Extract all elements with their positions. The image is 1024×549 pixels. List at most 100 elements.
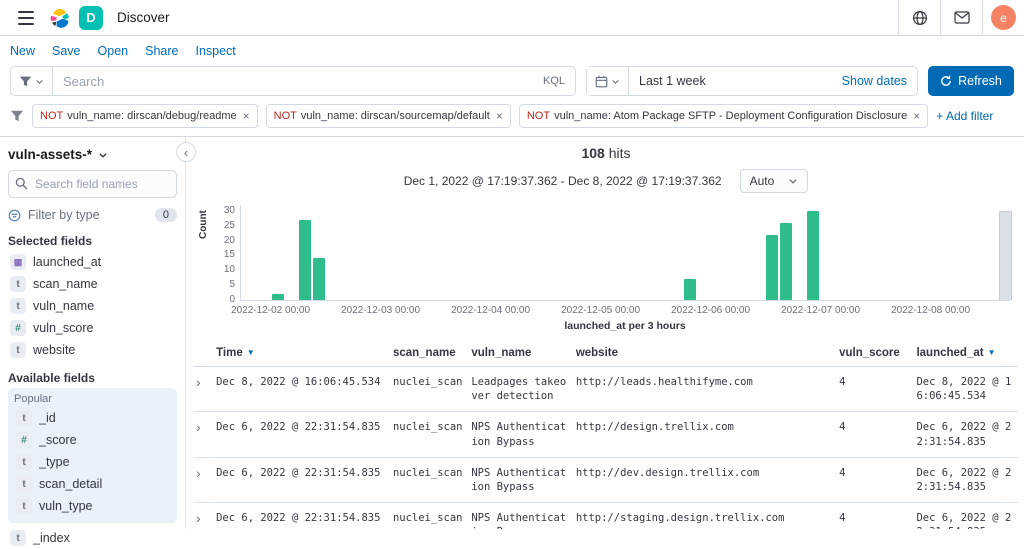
x-tick-label: 2022-12-07 00:00 (781, 305, 861, 316)
sidebar: ‹ vuln-assets-* Filter by type 0 Selecte… (0, 137, 196, 546)
y-tick-label: 10 (223, 264, 235, 276)
cell-launched_at: Dec 6, 2022 @ 22:31:54.835 (916, 457, 1018, 504)
string-field-icon: t (16, 498, 32, 514)
filter-pill-text: vuln_name: dirscan/sourcemap/default (300, 110, 490, 122)
expand-row-icon[interactable]: › (196, 510, 201, 526)
remove-filter-icon[interactable]: × (243, 109, 250, 123)
avatar[interactable]: e (991, 5, 1016, 30)
field-name: website (33, 343, 76, 357)
top-header: D Discover e (0, 0, 1024, 36)
cell-launched_at: Dec 8, 2022 @ 16:06:45.534 (916, 366, 1018, 413)
help-button[interactable] (898, 0, 940, 35)
newsfeed-button[interactable] (940, 0, 982, 35)
filter-count-badge: 0 (154, 208, 177, 222)
nav-item-inspect[interactable]: Inspect (195, 44, 235, 58)
histogram-bar[interactable] (807, 210, 820, 300)
field-item-launched_at[interactable]: ▦ launched_at (8, 251, 177, 273)
cell-vuln_score: 4 (839, 502, 917, 529)
time-range-label: Dec 1, 2022 @ 17:19:37.362 - Dec 8, 2022… (403, 174, 722, 188)
histogram-bar[interactable] (683, 279, 696, 300)
elastic-logo (48, 6, 71, 29)
menu-button[interactable] (8, 5, 44, 31)
other-fields-list: t _index (8, 527, 177, 549)
col-header-launched_at[interactable]: launched_at ▼ (916, 342, 1018, 367)
string-field-icon: t (16, 476, 32, 492)
field-search-input[interactable] (8, 170, 177, 198)
y-tick-label: 20 (223, 234, 235, 246)
col-header-vuln_score[interactable]: vuln_score (839, 342, 917, 367)
index-pattern-selector[interactable]: vuln-assets-* (8, 145, 177, 168)
interval-select[interactable]: Auto (739, 169, 809, 193)
sort-desc-icon[interactable]: ▼ (247, 348, 255, 357)
field-item-_type[interactable]: t _type (14, 451, 171, 473)
refresh-button[interactable]: Refresh (928, 66, 1014, 96)
remove-filter-icon[interactable]: × (496, 109, 503, 123)
x-tick-label: 2022-12-06 00:00 (671, 305, 751, 316)
time-range-value[interactable]: Last 1 week (629, 74, 832, 88)
query-box: KQL (10, 66, 576, 96)
y-tick-label: 30 (223, 204, 235, 216)
date-picker-button[interactable] (587, 67, 629, 95)
expand-row-icon[interactable]: › (196, 465, 201, 481)
hits-label: hits (608, 145, 631, 161)
field-item-vuln_score[interactable]: # vuln_score (8, 317, 177, 339)
col-header-vuln_name[interactable]: vuln_name (471, 342, 576, 367)
field-item-vuln_type[interactable]: t vuln_type (14, 495, 171, 517)
col-header-scan_name[interactable]: scan_name (392, 342, 472, 367)
field-name: vuln_type (39, 499, 93, 513)
field-item-_score[interactable]: # _score (14, 429, 171, 451)
space-icon[interactable]: D (79, 5, 103, 30)
search-input[interactable] (53, 67, 533, 95)
filter-bar: NOT vuln_name: dirscan/debug/readme × NOT vu… (0, 102, 1024, 137)
page-title: Discover (117, 10, 170, 25)
nav-item-share[interactable]: Share (145, 44, 178, 58)
histogram-bar[interactable] (312, 258, 326, 300)
field-item-_index[interactable]: t _index (8, 527, 177, 549)
collapse-sidebar-button[interactable]: ‹ (176, 142, 196, 162)
expand-row-icon[interactable]: › (196, 374, 201, 390)
selected-fields-list: ▦ launched_at t scan_name t vuln_name # vuln_sc… (8, 251, 177, 361)
filter-pill[interactable]: NOT vuln_name: dirscan/sourcemap/default × (265, 104, 511, 128)
histogram-bar[interactable] (765, 234, 779, 300)
col-header-time[interactable]: Time ▼ (216, 342, 393, 367)
histogram-bar[interactable] (779, 222, 792, 300)
filter-pill-prefix: NOT (526, 110, 551, 122)
cell-vuln_name: NPS Authentication Bypass (471, 411, 576, 458)
cell-website: http://design.trellix.com (575, 411, 840, 458)
col-header-expand (194, 342, 217, 367)
filter-pill[interactable]: NOT vuln_name: dirscan/debug/readme × (32, 104, 258, 128)
histogram-bar[interactable] (999, 210, 1012, 300)
nav-item-new[interactable]: New (10, 44, 35, 58)
expand-cell: › (194, 411, 217, 458)
user-menu-button[interactable]: e (982, 0, 1024, 35)
filter-pill[interactable]: NOT vuln_name: Atom Package SFTP - Deploy… (518, 104, 929, 128)
expand-row-icon[interactable]: › (196, 419, 201, 435)
histogram-bar[interactable] (271, 294, 284, 300)
field-name: vuln_score (33, 321, 94, 335)
cell-scan_name: nuclei_scan (392, 457, 472, 504)
filter-by-type-button[interactable]: Filter by type 0 (8, 206, 177, 224)
show-dates-link[interactable]: Show dates (832, 74, 917, 88)
sort-desc-icon[interactable]: ▼ (988, 348, 996, 357)
field-name: scan_name (33, 277, 98, 291)
popular-fields-panel: Popular t _id # _score t _type t scan_detail t vu… (8, 388, 177, 523)
field-item-_id[interactable]: t _id (14, 407, 171, 429)
field-item-scan_detail[interactable]: t scan_detail (14, 473, 171, 495)
histogram-bar[interactable] (299, 219, 312, 300)
field-item-vuln_name[interactable]: t vuln_name (8, 295, 177, 317)
field-item-scan_name[interactable]: t scan_name (8, 273, 177, 295)
field-item-website[interactable]: t website (8, 339, 177, 361)
add-filter-button[interactable]: + Add filter (936, 109, 993, 123)
col-header-website[interactable]: website (575, 342, 840, 367)
saved-query-button[interactable] (11, 67, 53, 95)
remove-filter-icon[interactable]: × (913, 109, 920, 123)
x-tick-label: 2022-12-03 00:00 (341, 305, 421, 316)
filter-icon[interactable] (10, 109, 24, 123)
kql-toggle[interactable]: KQL (533, 75, 575, 87)
nav-item-save[interactable]: Save (52, 44, 81, 58)
date-picker: Last 1 week Show dates (586, 66, 918, 96)
globe-icon (912, 10, 928, 26)
popular-heading: Popular (14, 393, 52, 405)
chevron-down-icon (35, 77, 44, 86)
nav-item-open[interactable]: Open (98, 44, 129, 58)
